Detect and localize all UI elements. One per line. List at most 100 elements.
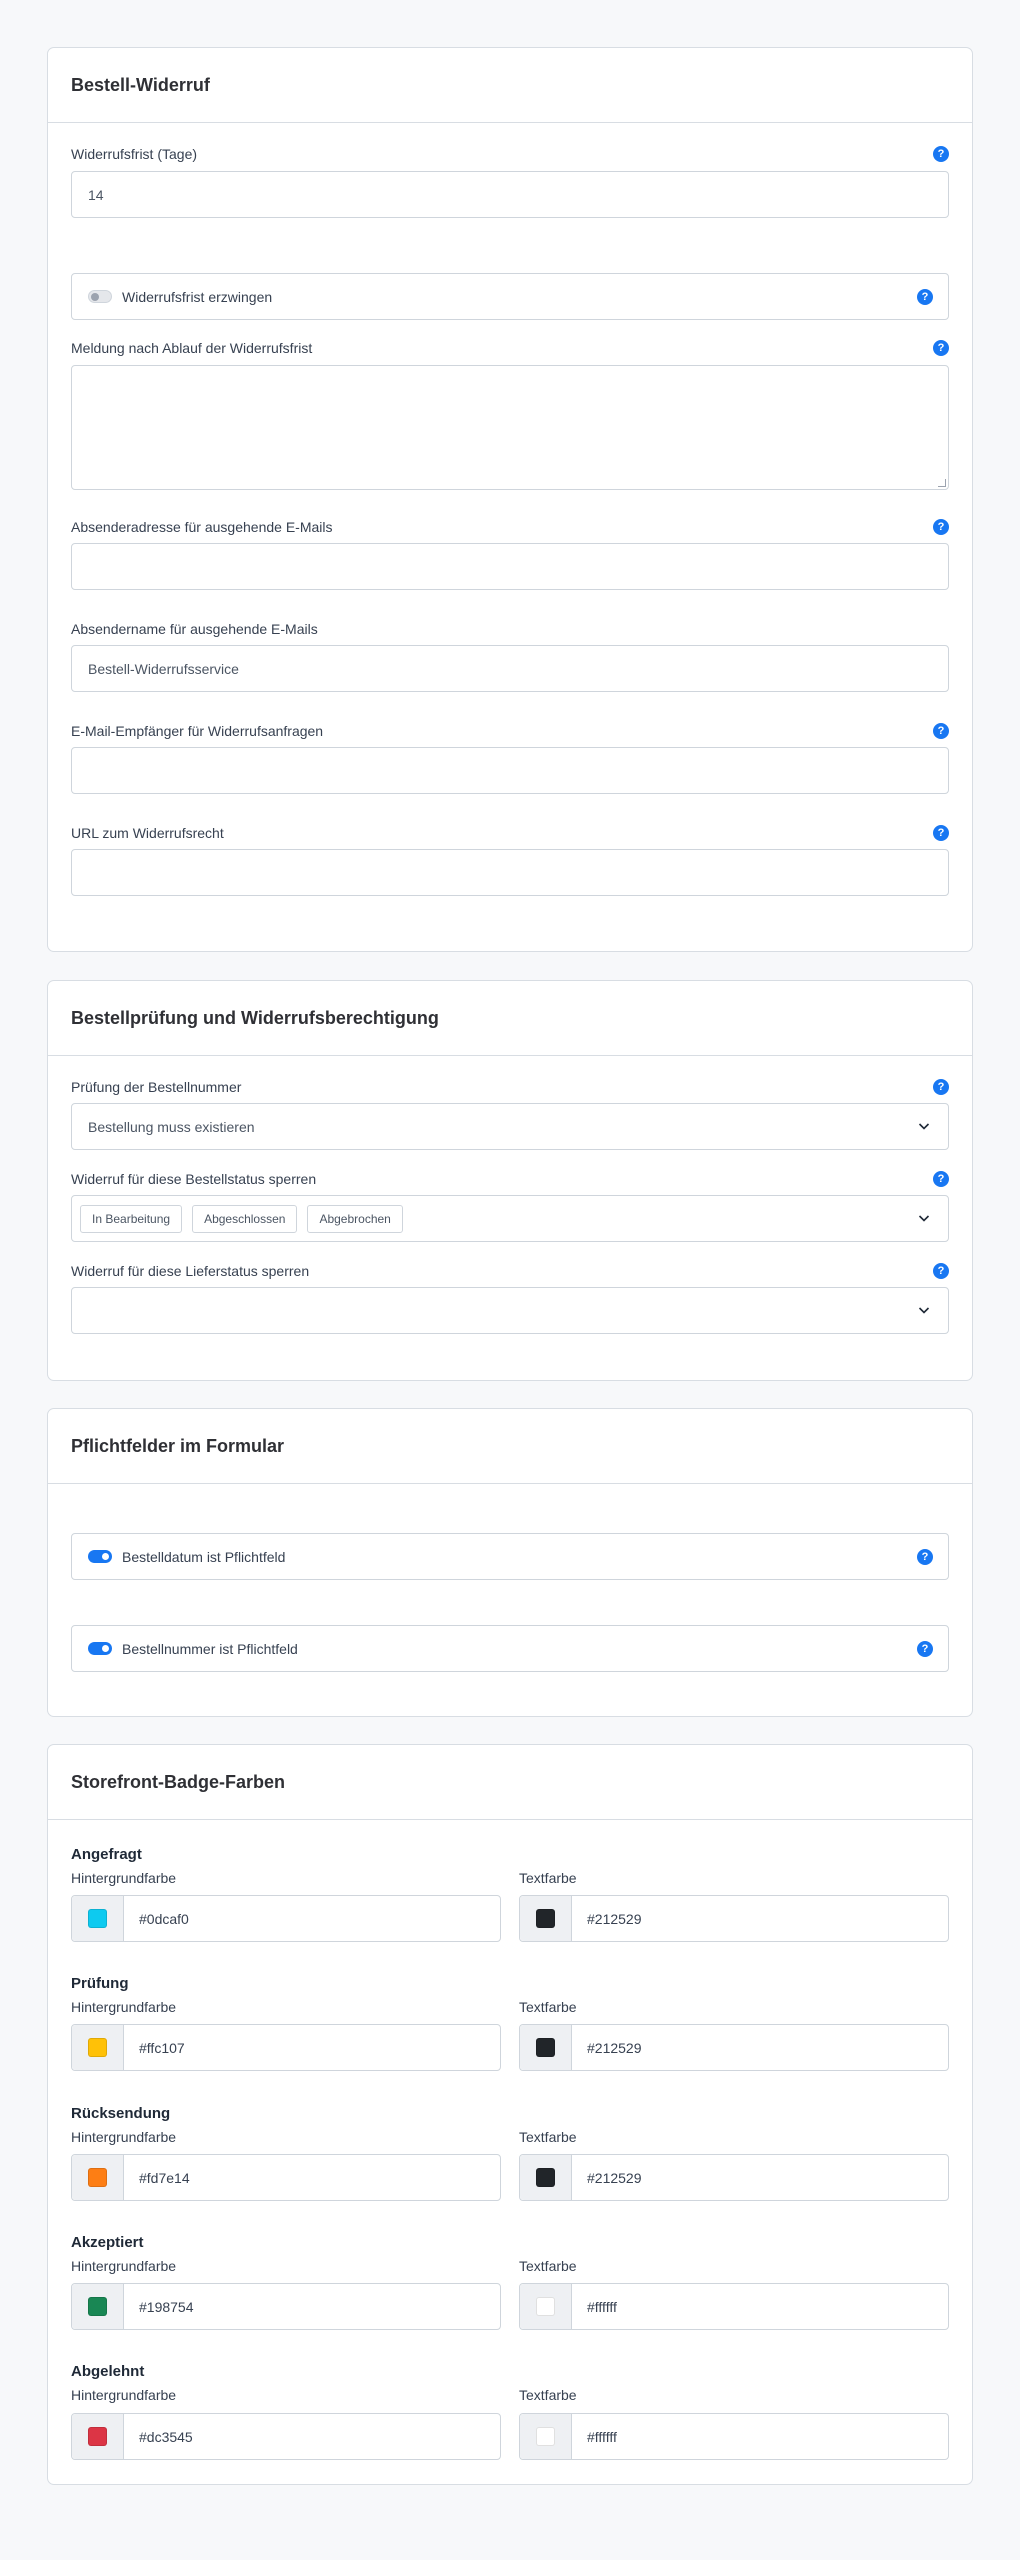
- text-color-label: Textfarbe: [519, 1999, 577, 2015]
- resize-handle[interactable]: [938, 479, 946, 487]
- meldung-textarea[interactable]: [71, 365, 949, 490]
- lieferstatus-select[interactable]: [71, 1287, 949, 1334]
- help-icon[interactable]: ?: [933, 146, 949, 162]
- help-icon[interactable]: ?: [933, 1079, 949, 1095]
- color-value: #ffc107: [139, 2039, 185, 2056]
- frist-label: Widerrufsfrist (Tage): [71, 146, 198, 162]
- absender-adresse-input[interactable]: [71, 543, 949, 590]
- bg-color-label: Hintergrundfarbe: [71, 2129, 177, 2145]
- nummer-pruefung-label: Prüfung der Bestellnummer: [71, 1079, 242, 1095]
- bg-color-label: Hintergrundfarbe: [71, 2387, 177, 2403]
- color-swatch: [88, 2038, 107, 2057]
- color-picker-button[interactable]: [72, 1896, 124, 1941]
- help-icon[interactable]: ?: [933, 723, 949, 739]
- color-swatch: [536, 2297, 555, 2316]
- color-swatch: [88, 2297, 107, 2316]
- color-swatch: [88, 2427, 107, 2446]
- empfaenger-label: E-Mail-Empfänger für Widerrufsanfragen: [71, 723, 324, 739]
- frist-input[interactable]: 14: [71, 171, 949, 218]
- bestellnummer-toggle-row[interactable]: Bestellnummer ist Pflichtfeld ?: [71, 1625, 949, 1672]
- color-value: #198754: [139, 2298, 194, 2315]
- card-title: Bestell-Widerruf: [71, 74, 210, 95]
- bestellnummer-switch[interactable]: [88, 1642, 112, 1655]
- bestellstatus-label: Widerruf für diese Bestellstatus sperren: [71, 1171, 317, 1187]
- chevron-down-icon: [918, 1307, 930, 1314]
- help-icon[interactable]: ?: [917, 1549, 933, 1565]
- color-picker-button[interactable]: [72, 2025, 124, 2070]
- erzwingen-toggle-row[interactable]: Widerrufsfrist erzwingen ?: [71, 273, 949, 320]
- color-picker-button[interactable]: [520, 1896, 572, 1941]
- color-picker-button[interactable]: [520, 2025, 572, 2070]
- bg-color-input[interactable]: #0dcaf0: [71, 1895, 501, 1942]
- bg-color-label: Hintergrundfarbe: [71, 2258, 177, 2274]
- color-swatch: [88, 1909, 107, 1928]
- text-color-input[interactable]: #212529: [519, 2024, 949, 2071]
- text-color-input[interactable]: #212529: [519, 1895, 949, 1942]
- color-value: #212529: [587, 2169, 642, 2186]
- url-input[interactable]: [71, 849, 949, 896]
- bg-color-input[interactable]: #198754: [71, 2283, 501, 2330]
- badge-group-title: Angefragt: [71, 1846, 142, 1863]
- color-picker-button[interactable]: [520, 2155, 572, 2200]
- empfaenger-input[interactable]: [71, 747, 949, 794]
- color-swatch: [536, 2427, 555, 2446]
- bestelldatum-switch[interactable]: [88, 1550, 112, 1563]
- status-tag[interactable]: Abgeschlossen: [192, 1204, 298, 1233]
- bestellstatus-multiselect[interactable]: In Bearbeitung Abgeschlossen Abgebrochen: [71, 1195, 949, 1242]
- nummer-pruefung-select[interactable]: Bestellung muss existieren: [71, 1103, 949, 1150]
- status-tag[interactable]: Abgebrochen: [307, 1204, 403, 1233]
- bestellnummer-label: Bestellnummer ist Pflichtfeld: [122, 1640, 298, 1657]
- bg-color-input[interactable]: #fd7e14: [71, 2154, 501, 2201]
- absender-name-label: Absendername für ausgehende E-Mails: [71, 621, 318, 637]
- bestelldatum-toggle-row[interactable]: Bestelldatum ist Pflichtfeld ?: [71, 1533, 949, 1580]
- color-value: #212529: [587, 1910, 642, 1927]
- bg-color-label: Hintergrundfarbe: [71, 1870, 177, 1886]
- color-picker-button[interactable]: [520, 2284, 572, 2329]
- card-header: Pflichtfelder im Formular: [48, 1409, 972, 1484]
- card-badge-farben: Storefront-Badge-Farben Angefragt Hinter…: [47, 1744, 973, 2485]
- help-icon[interactable]: ?: [933, 1263, 949, 1279]
- lieferstatus-label: Widerruf für diese Lieferstatus sperren: [71, 1263, 310, 1279]
- help-icon[interactable]: ?: [933, 340, 949, 356]
- text-color-input[interactable]: #212529: [519, 2154, 949, 2201]
- absender-adresse-label: Absenderadresse für ausgehende E-Mails: [71, 519, 333, 535]
- color-picker-button[interactable]: [72, 2284, 124, 2329]
- color-value: #212529: [587, 2039, 642, 2056]
- erzwingen-switch[interactable]: [88, 290, 112, 303]
- bg-color-label: Hintergrundfarbe: [71, 1999, 177, 2015]
- help-icon[interactable]: ?: [917, 289, 933, 305]
- badge-group-title: Akzeptiert: [71, 2234, 144, 2251]
- card-header: Bestell-Widerruf: [48, 48, 972, 123]
- help-icon[interactable]: ?: [933, 1171, 949, 1187]
- card-title: Pflichtfelder im Formular: [71, 1435, 285, 1456]
- status-tag[interactable]: In Bearbeitung: [80, 1204, 183, 1233]
- help-icon[interactable]: ?: [933, 825, 949, 841]
- color-swatch: [536, 2168, 555, 2187]
- color-swatch: [536, 1909, 555, 1928]
- color-value: #ffffff: [587, 2428, 617, 2445]
- color-swatch: [88, 2168, 107, 2187]
- absender-name-input[interactable]: Bestell-Widerrufsservice: [71, 645, 949, 692]
- card-header: Storefront-Badge-Farben: [48, 1745, 972, 1820]
- card-bestellpruefung: Bestellprüfung und Widerrufsberechtigung…: [47, 980, 973, 1381]
- text-color-input[interactable]: #ffffff: [519, 2413, 949, 2460]
- color-swatch: [536, 2038, 555, 2057]
- url-label: URL zum Widerrufsrecht: [71, 825, 224, 841]
- color-picker-button[interactable]: [520, 2414, 572, 2459]
- text-color-input[interactable]: #ffffff: [519, 2283, 949, 2330]
- select-value: Bestellung muss existieren: [88, 1118, 255, 1135]
- bg-color-input[interactable]: #dc3545: [71, 2413, 501, 2460]
- text-color-label: Textfarbe: [519, 1870, 577, 1886]
- help-icon[interactable]: ?: [917, 1641, 933, 1657]
- help-icon[interactable]: ?: [933, 519, 949, 535]
- bg-color-input[interactable]: #ffc107: [71, 2024, 501, 2071]
- card-title: Bestellprüfung und Widerrufsberechtigung: [71, 1007, 439, 1028]
- color-picker-button[interactable]: [72, 2155, 124, 2200]
- chevron-down-icon: [918, 1215, 930, 1222]
- badge-group-title: Abgelehnt: [71, 2363, 145, 2380]
- meldung-label: Meldung nach Ablauf der Widerrufsfrist: [71, 340, 313, 356]
- color-value: #ffffff: [587, 2298, 617, 2315]
- color-picker-button[interactable]: [72, 2414, 124, 2459]
- color-value: #0dcaf0: [139, 1910, 189, 1927]
- text-color-label: Textfarbe: [519, 2129, 577, 2145]
